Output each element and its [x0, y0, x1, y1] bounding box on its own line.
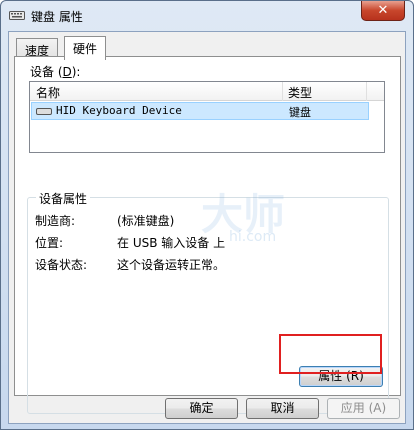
status-value: 这个设备运转正常。 — [117, 258, 226, 272]
device-row[interactable]: HID Keyboard Device 键盘 — [31, 102, 369, 120]
device-name: HID Keyboard Device — [56, 104, 182, 117]
close-button[interactable]: ✕ — [361, 1, 405, 21]
device-list[interactable]: 名称 类型 HID Keyboard Device 键盘 — [29, 81, 385, 153]
ok-button[interactable]: 确定 — [165, 398, 238, 419]
keyboard-icon — [9, 11, 25, 20]
title-bar[interactable]: 键盘 属性 ✕ — [1, 1, 413, 31]
keyboard-device-icon — [36, 108, 52, 115]
column-name[interactable]: 名称 — [36, 84, 60, 101]
cancel-button[interactable]: 取消 — [246, 398, 319, 419]
highlight-annotation — [279, 334, 382, 374]
properties-window: 键盘 属性 ✕ 速度 硬件 设备 (D): 名称 类型 HID Keyboard… — [0, 0, 414, 430]
manufacturer-value: (标准键盘) — [117, 214, 175, 228]
device-list-header: 名称 类型 — [30, 82, 384, 101]
location-label: 位置: — [35, 236, 64, 250]
group-title: 设备属性 — [36, 190, 91, 207]
devices-label: 设备 (D): — [30, 65, 81, 79]
close-icon: ✕ — [377, 3, 389, 18]
device-type: 键盘 — [289, 106, 311, 119]
watermark-text: hi.com — [229, 229, 277, 245]
status-label: 设备状态: — [35, 258, 88, 272]
tab-hardware[interactable]: 硬件 — [64, 36, 107, 60]
apply-button: 应用 (A) — [327, 398, 400, 419]
manufacturer-label: 制造商: — [35, 214, 76, 228]
tab-hardware-label: 硬件 — [73, 42, 98, 56]
window-title: 键盘 属性 — [31, 10, 83, 24]
column-type[interactable]: 类型 — [288, 84, 312, 101]
